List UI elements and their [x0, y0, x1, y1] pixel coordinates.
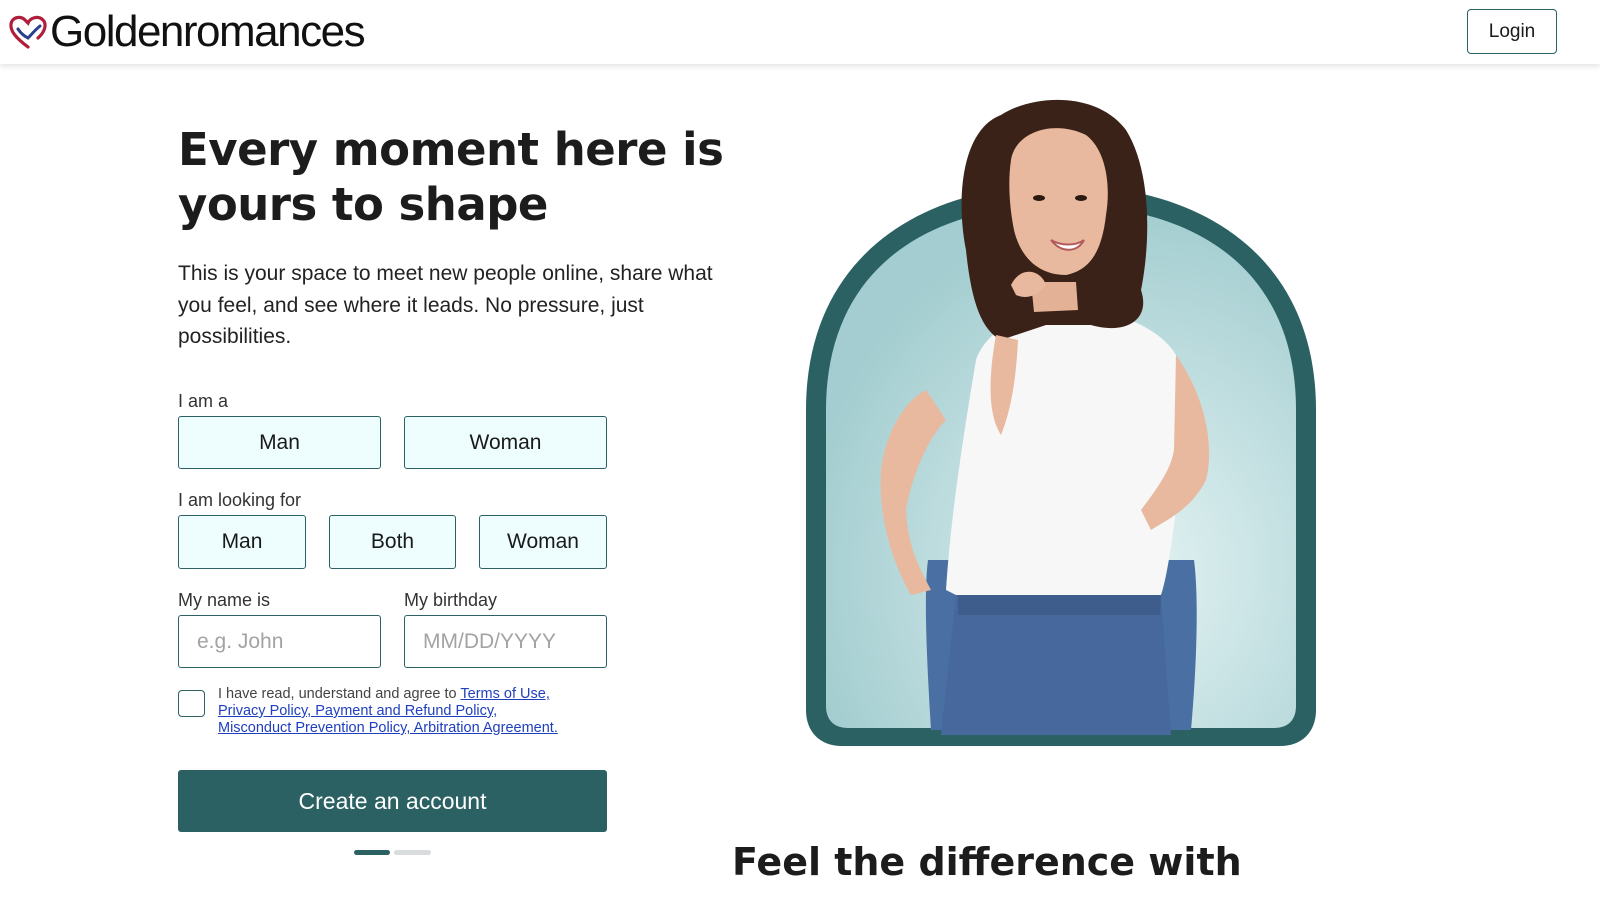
- looking-for-label: I am looking for: [178, 490, 302, 510]
- logo-text: Goldenromances: [50, 7, 366, 56]
- looking-for-man-button[interactable]: Man: [178, 515, 306, 569]
- step-indicator-active[interactable]: [354, 850, 390, 855]
- terms-checkbox[interactable]: [178, 690, 205, 717]
- logo[interactable]: Goldenromances: [8, 7, 366, 56]
- looking-for-both-button[interactable]: Both: [329, 515, 456, 569]
- name-input[interactable]: [178, 615, 381, 668]
- step-indicator[interactable]: [394, 850, 431, 855]
- create-account-button[interactable]: Create an account: [178, 770, 607, 832]
- i-am-woman-button[interactable]: Woman: [404, 416, 607, 469]
- hero-portrait-image: [806, 99, 1316, 746]
- name-label: My name is: [178, 590, 271, 610]
- privacy-refund-policy-link[interactable]: Privacy Policy, Payment and Refund Polic…: [218, 703, 497, 719]
- birthday-label: My birthday: [404, 590, 498, 610]
- site-header: Goldenromances Login: [0, 0, 1600, 64]
- i-am-man-button[interactable]: Man: [178, 416, 381, 469]
- page-headline: Every moment here is yours to shape: [178, 123, 724, 231]
- heart-logo-icon: [9, 15, 47, 49]
- looking-for-woman-button[interactable]: Woman: [479, 515, 607, 569]
- misconduct-arbitration-link[interactable]: Misconduct Prevention Policy, Arbitratio…: [218, 720, 558, 736]
- section-title: Feel the difference with: [732, 840, 1242, 884]
- intro-text: This is your space to meet new people on…: [178, 262, 713, 348]
- terms-of-use-link[interactable]: Terms of Use,: [460, 686, 549, 702]
- birthday-input[interactable]: [404, 615, 607, 668]
- i-am-label: I am a: [178, 391, 229, 411]
- terms-prefix: I have read, understand and agree to: [218, 686, 457, 702]
- login-button[interactable]: Login: [1467, 9, 1557, 54]
- terms-text: I have read, understand and agree to Ter…: [218, 686, 638, 737]
